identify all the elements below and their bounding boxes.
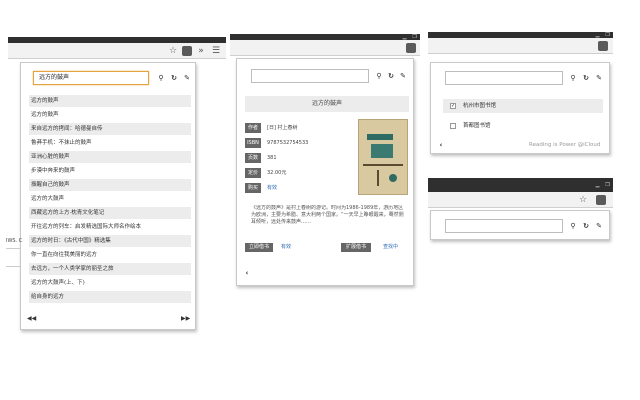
window-2: ▁ ❐ — [230, 34, 420, 56]
expand-status: 查找中 — [383, 244, 399, 250]
refresh-icon[interactable]: ↻ — [582, 74, 590, 82]
window-4: ▁ ❐ ☆ — [428, 178, 613, 208]
back-arrow-icon[interactable]: ‹ — [437, 141, 445, 149]
library-settings-popup: ⚲ ↻ ✎ ✓ 杭州市图书馆 首都图书馆 ‹ Reading is Power … — [430, 62, 610, 154]
list-item[interactable]: 远方的大鼓声 — [29, 193, 191, 205]
window-3: ▁ ❐ — [428, 32, 613, 54]
extension-icon[interactable] — [598, 41, 608, 51]
empty-search-popup: ⚲ ↻ ✎ — [430, 210, 610, 240]
refresh-icon[interactable]: ↻ — [582, 222, 590, 230]
list-item[interactable]: 步漠中奔来的鼓声 — [29, 165, 191, 177]
back-arrow-icon[interactable]: ‹ — [243, 269, 251, 277]
book-cover-image — [358, 119, 408, 195]
field-label: 作者 — [245, 123, 261, 133]
list-item[interactable]: 远方的大鼓声(上、下) — [29, 277, 191, 289]
extension-icon[interactable] — [596, 195, 606, 205]
search-input[interactable] — [251, 69, 369, 83]
extension-icon[interactable] — [182, 46, 192, 56]
minimize-icon[interactable]: ▁ — [593, 182, 602, 188]
field-label: 定价 — [245, 168, 261, 178]
menu-icon[interactable]: ☰ — [211, 46, 221, 56]
cover-block — [371, 144, 393, 158]
background-divider — [6, 248, 20, 249]
footer-slogan: Reading is Power @iCloud — [529, 142, 601, 148]
cover-band — [367, 134, 393, 140]
star-icon[interactable]: ☆ — [578, 195, 588, 205]
rewind-icon[interactable]: ◀◀ — [27, 315, 36, 323]
field-value: [日] 村上春树 — [267, 125, 298, 131]
search-icon[interactable]: ⚲ — [375, 72, 383, 80]
field-value: 9787532754533 — [267, 140, 309, 146]
search-icon[interactable]: ⚲ — [569, 222, 577, 230]
browser-toolbar: ☆ — [428, 192, 613, 208]
search-icon[interactable]: ⚲ — [569, 74, 577, 82]
cover-line — [377, 170, 379, 186]
field-value: 381 — [267, 155, 277, 161]
borrow-now-button[interactable]: 立即借书 — [245, 243, 273, 252]
search-input[interactable] — [445, 219, 563, 233]
list-item[interactable]: 振醒自己的鼓声 — [29, 179, 191, 191]
field-value[interactable]: 有效 — [267, 183, 277, 193]
list-item[interactable]: 远方的鼓声 — [29, 109, 191, 121]
search-input[interactable] — [445, 71, 563, 85]
expand-borrow-button[interactable]: 扩展借书 — [341, 243, 371, 252]
field-value: 32.00元 — [267, 170, 287, 176]
wrench-icon[interactable]: ✎ — [595, 222, 603, 230]
browser-toolbar — [428, 38, 613, 54]
field-label: 购买 — [245, 183, 261, 193]
library-checkbox[interactable] — [450, 123, 456, 129]
star-icon[interactable]: ☆ — [168, 46, 178, 56]
window-titlebar — [428, 178, 613, 192]
list-item[interactable]: 西藏远方的上方·枕青文化笔记 — [29, 207, 191, 219]
book-title: 远方的鼓声 — [245, 96, 409, 112]
wrench-icon[interactable]: ✎ — [595, 74, 603, 82]
search-input[interactable]: 远方的鼓声 — [33, 71, 149, 85]
overflow-icon[interactable]: » — [196, 46, 206, 56]
browser-toolbar — [230, 40, 420, 56]
list-item[interactable]: 开往远方的列车：启发精选国际大师名作绘本 — [29, 221, 191, 233]
list-item[interactable]: 去远方，一个人类学家的丽圣之旅 — [29, 263, 191, 275]
library-name: 首都图书馆 — [463, 123, 491, 129]
background-divider — [6, 266, 20, 267]
list-item[interactable]: 你一直在向往我美丽的远方 — [29, 249, 191, 261]
refresh-icon[interactable]: ↻ — [170, 74, 178, 82]
list-item[interactable]: 给自身的远方 — [29, 291, 191, 303]
fast-forward-icon[interactable]: ▶▶ — [181, 315, 190, 323]
refresh-icon[interactable]: ↻ — [387, 72, 395, 80]
cover-line — [363, 164, 403, 166]
wrench-icon[interactable]: ✎ — [183, 74, 191, 82]
suggestions-popup: 远方的鼓声 ⚲ ↻ ✎ 远方的鼓声 远方的鼓声 来自远方的拷闻：哈德曼自传 鲁莽… — [20, 62, 196, 330]
library-name: 杭州市图书馆 — [463, 103, 497, 109]
list-item[interactable]: 远方的时日：《古代中国》精选集 — [29, 235, 191, 247]
background-text: IWS. C — [6, 238, 23, 244]
cover-spot — [389, 174, 397, 182]
maximize-icon[interactable]: ❐ — [603, 182, 612, 188]
wrench-icon[interactable]: ✎ — [399, 72, 407, 80]
library-option[interactable]: ✓ 杭州市图书馆 — [443, 99, 603, 113]
borrow-status: 有效 — [281, 244, 292, 250]
browser-toolbar: ☆ » ☰ — [8, 43, 226, 59]
library-checkbox[interactable]: ✓ — [450, 103, 456, 109]
list-item[interactable]: 亚洲心脏的鼓声 — [29, 151, 191, 163]
list-item[interactable]: 来自远方的拷闻：哈德曼自传 — [29, 123, 191, 135]
extension-icon[interactable] — [406, 43, 416, 53]
search-icon[interactable]: ⚲ — [157, 74, 165, 82]
field-label: ISBN — [245, 138, 261, 148]
list-item[interactable]: 鲁莽手机：不抹止的鼓声 — [29, 137, 191, 149]
list-item[interactable]: 远方的鼓声 — [29, 95, 191, 107]
book-detail-popup: ⚲ ↻ ✎ 远方的鼓声 作者 [日] 村上春树 ISBN 97875327545… — [236, 58, 414, 286]
field-label: 页数 — [245, 153, 261, 163]
book-description: 《远方的鼓声》是村上春树的游记。时间为1986-1989年，游历地区为欧洲，主要… — [251, 205, 404, 225]
library-option[interactable]: 首都图书馆 — [443, 119, 603, 133]
